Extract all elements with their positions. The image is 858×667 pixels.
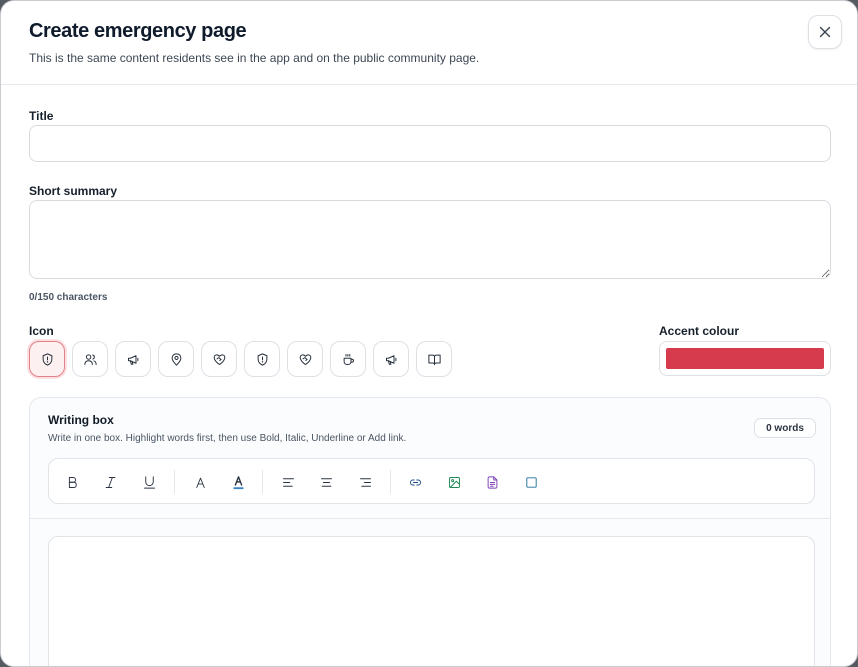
insert-box-button[interactable] bbox=[517, 459, 545, 505]
image-icon bbox=[448, 476, 460, 488]
icon-option-heart-handshake-2[interactable] bbox=[287, 341, 323, 377]
heart-handshake-icon bbox=[299, 353, 311, 365]
dialog-title: Create emergency page bbox=[29, 20, 247, 42]
icon-label: Icon bbox=[29, 324, 54, 338]
icon-option-users[interactable] bbox=[72, 341, 108, 377]
icon-option-coffee[interactable] bbox=[330, 341, 366, 377]
shield-alert-icon bbox=[257, 352, 267, 366]
add-link-button[interactable] bbox=[401, 459, 429, 505]
writing-box-subtitle: Write in one box. Highlight words first,… bbox=[48, 433, 407, 444]
writing-box: Writing box Write in one box. Highlight … bbox=[29, 397, 831, 666]
align-right-button[interactable] bbox=[351, 459, 379, 505]
italic-icon bbox=[105, 476, 115, 488]
coffee-icon bbox=[343, 353, 354, 365]
icon-option-shield-alert-2[interactable] bbox=[244, 341, 280, 377]
icon-option-megaphone-2[interactable] bbox=[373, 341, 409, 377]
box-icon bbox=[525, 476, 537, 488]
align-right-icon bbox=[359, 477, 371, 487]
icon-option-megaphone[interactable] bbox=[115, 341, 151, 377]
character-count: 0/150 characters bbox=[29, 292, 108, 303]
text-color-button[interactable] bbox=[224, 459, 252, 505]
insert-document-button[interactable] bbox=[478, 459, 506, 505]
italic-button[interactable] bbox=[96, 459, 124, 505]
accent-colour-picker[interactable] bbox=[659, 341, 831, 376]
toolbar-separator bbox=[390, 470, 391, 494]
book-open-icon bbox=[427, 354, 441, 365]
document-icon bbox=[487, 475, 497, 489]
text-color-icon bbox=[233, 475, 243, 489]
font-size-icon bbox=[195, 477, 205, 488]
megaphone-icon bbox=[127, 354, 138, 365]
map-pin-icon bbox=[171, 352, 181, 366]
bold-button[interactable] bbox=[58, 459, 86, 505]
align-center-button[interactable] bbox=[312, 459, 340, 505]
align-left-button[interactable] bbox=[274, 459, 302, 505]
writing-editor[interactable] bbox=[48, 536, 815, 666]
icon-option-shield-alert[interactable] bbox=[29, 341, 65, 377]
megaphone-icon bbox=[385, 354, 396, 365]
word-count-badge: 0 words bbox=[754, 418, 816, 438]
toolbar-separator bbox=[262, 470, 263, 494]
insert-image-button[interactable] bbox=[440, 459, 468, 505]
link-icon bbox=[409, 479, 421, 485]
formatting-toolbar bbox=[48, 458, 815, 504]
align-left-icon bbox=[282, 477, 294, 487]
shield-alert-icon bbox=[42, 352, 52, 366]
writing-box-divider bbox=[30, 518, 830, 519]
title-label: Title bbox=[29, 109, 54, 123]
icon-option-book-open[interactable] bbox=[416, 341, 452, 377]
underline-button[interactable] bbox=[135, 459, 163, 505]
dialog-subtitle: This is the same content residents see i… bbox=[29, 51, 480, 65]
writing-box-title: Writing box bbox=[48, 413, 114, 427]
icon-option-heart-handshake[interactable] bbox=[201, 341, 237, 377]
toolbar-separator bbox=[174, 470, 175, 494]
icon-picker bbox=[29, 341, 452, 377]
heart-handshake-icon bbox=[213, 353, 225, 365]
dialog-header: Create emergency page This is the same c… bbox=[1, 1, 857, 85]
close-button[interactable] bbox=[808, 15, 842, 49]
title-input[interactable] bbox=[29, 125, 831, 162]
accent-colour-swatch bbox=[666, 348, 824, 369]
font-size-button[interactable] bbox=[186, 459, 214, 505]
underline-icon bbox=[143, 475, 155, 489]
short-summary-input[interactable] bbox=[29, 200, 831, 279]
close-icon bbox=[819, 26, 831, 38]
short-summary-label: Short summary bbox=[29, 184, 118, 198]
create-emergency-page-dialog: Create emergency page This is the same c… bbox=[0, 0, 858, 667]
align-center-icon bbox=[320, 477, 332, 487]
users-icon bbox=[83, 353, 97, 365]
icon-option-map-pin[interactable] bbox=[158, 341, 194, 377]
accent-colour-label: Accent colour bbox=[659, 324, 740, 338]
bold-icon bbox=[68, 476, 77, 488]
